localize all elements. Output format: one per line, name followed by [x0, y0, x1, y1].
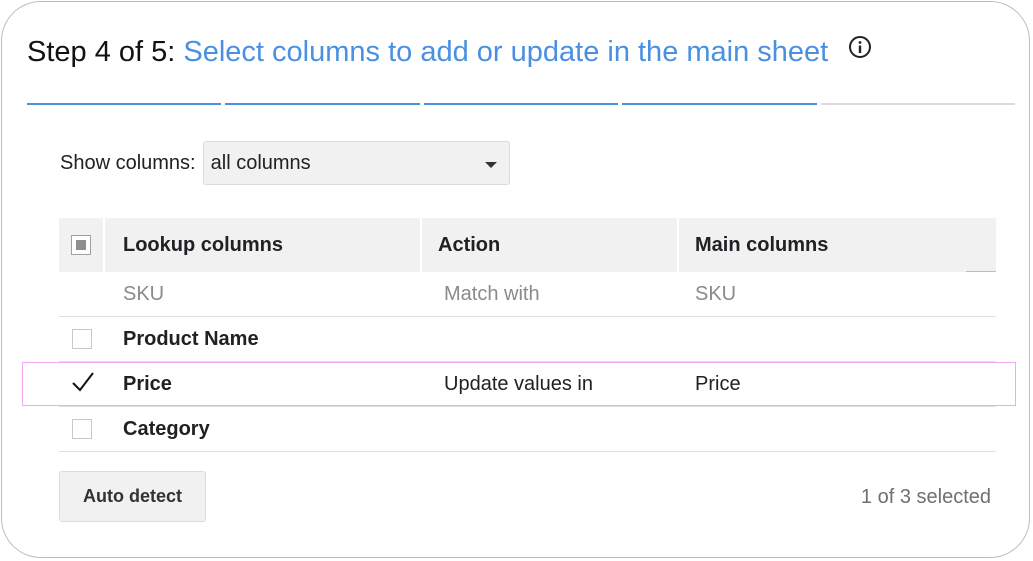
- lookup-column-name: Category: [123, 417, 210, 440]
- row-check-cell: [59, 372, 105, 394]
- row-check-cell: [59, 329, 105, 349]
- lookup-column-name: Price: [123, 372, 172, 395]
- row-check-cell: [59, 419, 105, 439]
- checkmark-icon: [72, 372, 94, 392]
- action-value: Match with: [444, 282, 540, 305]
- row-checkbox[interactable]: [72, 419, 92, 439]
- progress-segment-1: [27, 103, 222, 105]
- table-row-category[interactable]: Category: [59, 407, 996, 452]
- main-column-name[interactable]: Price: [679, 373, 996, 396]
- progress-segment-2: [225, 103, 420, 105]
- columns-table: Lookup columns Action Main columns SKU M…: [59, 218, 996, 452]
- show-columns-filter: Show columns: all columns: [60, 141, 510, 185]
- main-column-name: SKU: [695, 282, 737, 305]
- table-row-sku: SKU Match with SKU: [59, 272, 996, 317]
- row-checkbox[interactable]: [72, 329, 92, 349]
- progress-segment-3: [423, 103, 619, 105]
- header-lookup-columns: Lookup columns: [105, 218, 422, 272]
- table-row-product-name[interactable]: Product Name: [59, 317, 996, 362]
- wizard-card: Step 4 of 5: Select columns to add or up…: [1, 1, 1030, 558]
- table-row-price[interactable]: Price Update values in Price: [59, 362, 996, 407]
- progress-segment-5: [820, 103, 1016, 105]
- select-all-cell: [59, 218, 105, 272]
- action-value[interactable]: Update values in: [422, 373, 679, 396]
- table-header: Lookup columns Action Main columns: [59, 218, 996, 272]
- chevron-down-icon: [484, 162, 497, 168]
- step-title: Select columns to add or update in the m…: [183, 36, 829, 68]
- header-divider: [966, 271, 996, 272]
- header-action: Action: [422, 218, 679, 272]
- step-header: Step 4 of 5: Select columns to add or up…: [27, 32, 872, 72]
- progress-segment-4: [622, 103, 817, 105]
- auto-detect-button[interactable]: Auto detect: [59, 471, 206, 522]
- info-icon[interactable]: [848, 30, 872, 70]
- step-progress-bar: [27, 103, 1016, 106]
- lookup-column-name: SKU: [123, 282, 165, 305]
- show-columns-selected-value: all columns: [210, 151, 311, 174]
- row-checkbox[interactable]: [72, 372, 94, 394]
- step-counter: Step 4 of 5:: [27, 36, 176, 68]
- show-columns-label: Show columns:: [60, 151, 196, 174]
- header-main-columns: Main columns: [695, 233, 829, 256]
- selection-status: 1 of 3 selected: [860, 486, 991, 508]
- show-columns-dropdown[interactable]: all columns: [202, 141, 510, 185]
- lookup-column-name: Product Name: [123, 327, 259, 350]
- select-all-checkbox[interactable]: [71, 235, 91, 255]
